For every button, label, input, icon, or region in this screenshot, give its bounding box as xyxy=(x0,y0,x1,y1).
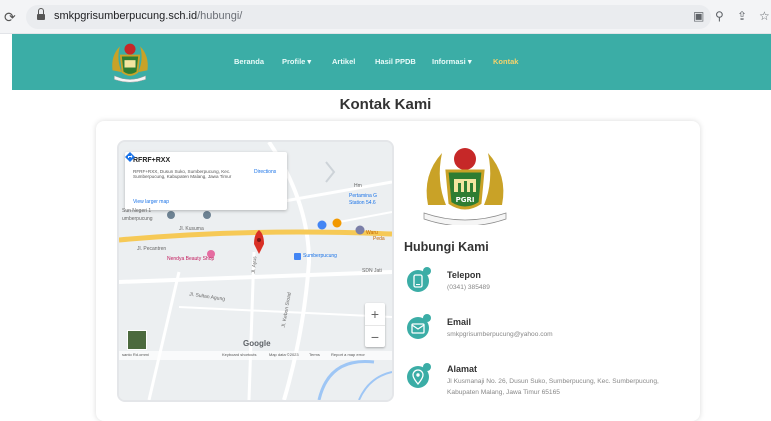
directions-icon[interactable] xyxy=(125,152,135,162)
zoom-in-button[interactable]: + xyxy=(365,303,385,325)
browser-toolbar: ⟳ smkpgrisumberpucung.sch.id/hubungi/ ▣ … xyxy=(0,0,771,34)
map-place-address: RFRF+RXX, Dusun Suko, Sumberpucung, Kec.… xyxy=(133,169,232,180)
keyboard-shortcuts-link[interactable]: Keyboard shortcuts xyxy=(222,352,256,357)
nav-hasil-ppdb[interactable]: Hasil PPDB xyxy=(375,57,416,66)
zoom-icon[interactable]: ⚲ xyxy=(715,9,724,23)
page-title: Kontak Kami xyxy=(339,96,432,113)
map-zoom-control: + − xyxy=(365,303,385,347)
contact-label-email: Email xyxy=(447,317,472,327)
zoom-out-button[interactable]: − xyxy=(365,325,385,347)
nav-artikel[interactable]: Artikel xyxy=(332,57,355,66)
map-label-kusuma: Jl. Kusuma xyxy=(179,226,204,232)
map-label-nendya: Nendya Beauty Shop xyxy=(167,256,215,262)
location-icon xyxy=(407,363,431,388)
lock-icon xyxy=(37,8,45,20)
map-label-sdn: SDN Jati xyxy=(362,268,382,274)
directions-link[interactable]: Directions xyxy=(254,169,276,175)
report-map-error-link[interactable]: Report a map error xyxy=(331,352,365,357)
contact-heading: Hubungi Kami xyxy=(404,240,489,254)
map-label-sun-negeri: Sun Negeri 1 xyxy=(122,208,152,214)
map-place-title: RFRF+RXX xyxy=(133,157,171,164)
map-footer: santo Rd.ommi Keyboard shortcuts Map dat… xyxy=(119,351,392,360)
logo-text: PGRI xyxy=(456,196,475,204)
map-label-umberpucung: umberpucung xyxy=(122,216,153,222)
contact-value-email[interactable]: smkpgrisumberpucung@yahoo.com xyxy=(447,329,553,340)
pgri-logo: PGRI xyxy=(423,148,507,225)
contact-label-telepon: Telepon xyxy=(447,270,481,280)
terms-link[interactable]: Terms xyxy=(309,352,320,357)
nav-beranda[interactable]: Beranda xyxy=(234,57,264,66)
nav-informasi[interactable]: Informasi ▾ xyxy=(432,57,472,66)
map-info-card: RFRF+RXX RFRF+RXX, Dusun Suko, Sumberpuc… xyxy=(125,152,287,210)
contact-label-alamat: Alamat xyxy=(447,364,478,374)
map-label-pertamina: Pertamina G xyxy=(349,193,378,199)
contact-value-alamat: Jl Kusmanaji No. 26, Dusun Suko, Sumberp… xyxy=(447,378,659,396)
map-label-peda: Peda xyxy=(373,236,385,242)
google-logo: Google xyxy=(243,339,271,348)
map-footer-left: santo Rd.ommi xyxy=(122,352,149,357)
site-navbar: Beranda Profile ▾ Artikel Hasil PPDB Inf… xyxy=(12,34,771,90)
reload-icon[interactable]: ⟳ xyxy=(4,9,16,26)
url-text: smkpgrisumberpucung.sch.id/hubungi/ xyxy=(54,10,243,22)
phone-icon xyxy=(407,267,431,292)
email-icon xyxy=(407,314,431,339)
map-label-station: Station 54.6 xyxy=(349,200,376,206)
nav-profile[interactable]: Profile ▾ xyxy=(282,57,311,66)
address-bar[interactable]: smkpgrisumberpucung.sch.id/hubungi/ xyxy=(26,5,711,29)
share-icon[interactable]: ⇪ xyxy=(737,9,747,23)
translate-icon[interactable]: ▣ xyxy=(693,9,704,23)
satellite-toggle[interactable] xyxy=(127,330,147,350)
map-label-hm: Hm xyxy=(354,183,362,189)
school-logo[interactable] xyxy=(107,39,153,85)
map-data-text: Map data ©2023 xyxy=(269,352,299,357)
map-label-sumberpucung: Sumberpucung xyxy=(303,253,337,259)
embedded-map[interactable]: RFRF+RXX RFRF+RXX, Dusun Suko, Sumberpuc… xyxy=(117,140,394,402)
view-larger-map-link[interactable]: View larger map xyxy=(133,199,169,205)
map-label-pecantren: Jl. Pecantren xyxy=(137,246,167,252)
bookmark-star-icon[interactable]: ☆ xyxy=(759,9,770,23)
contact-value-telepon: (0341) 385489 xyxy=(447,284,490,291)
nav-kontak[interactable]: Kontak xyxy=(493,57,518,66)
